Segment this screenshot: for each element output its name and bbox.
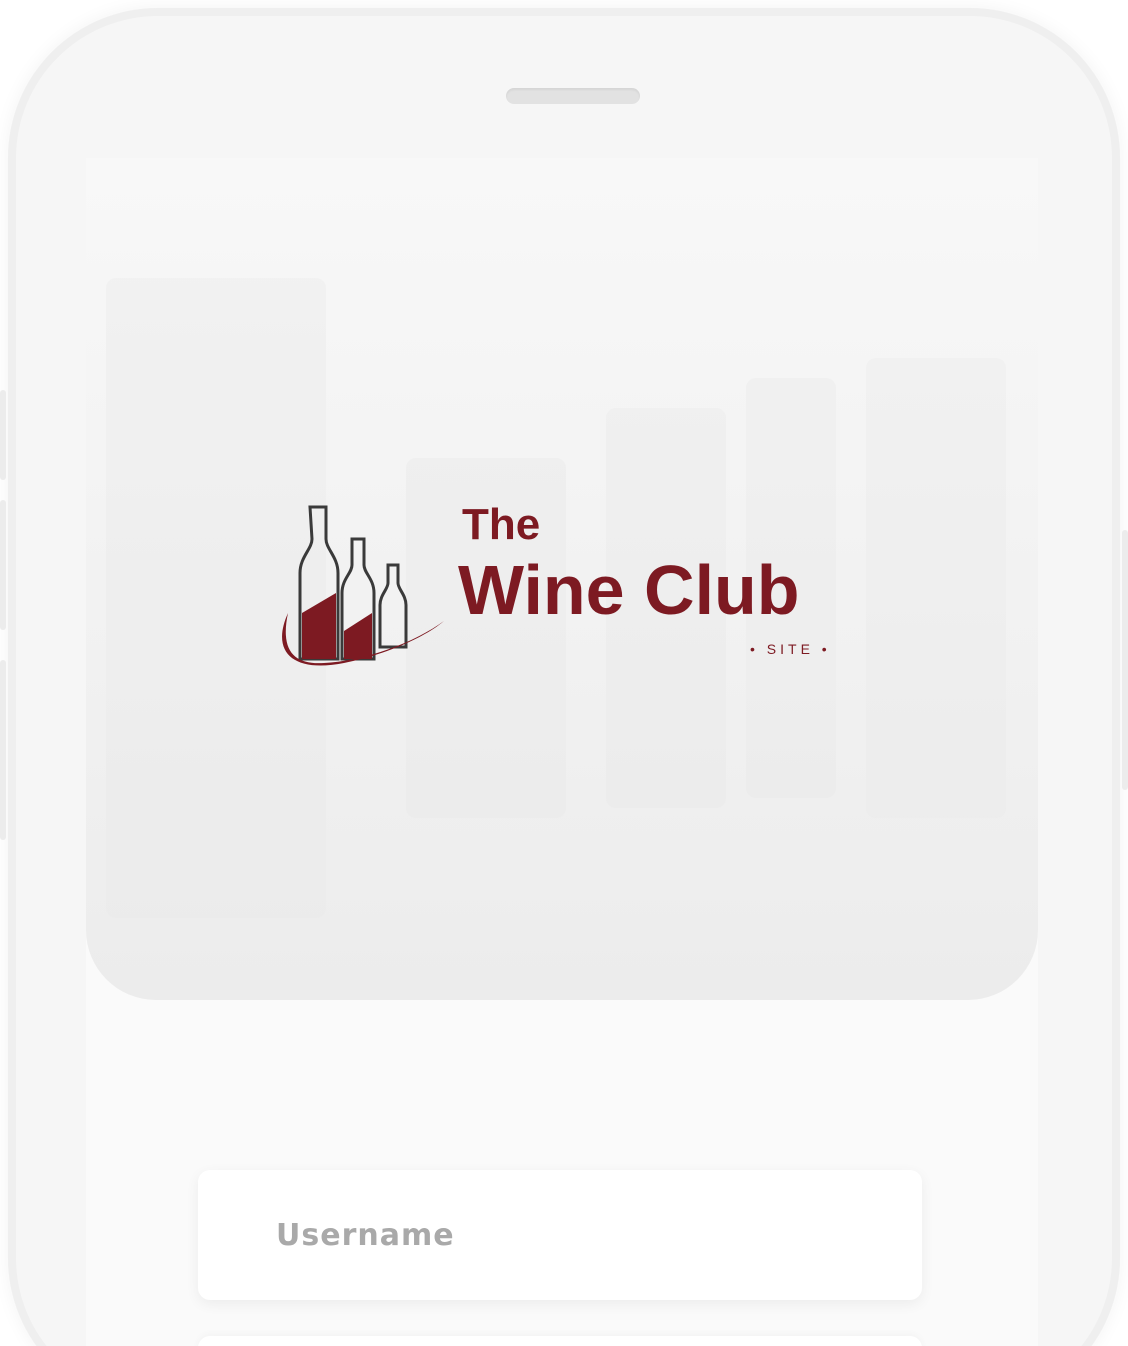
background-bottle-shape	[866, 358, 1006, 818]
logo-text-wine-club: Wine Club	[458, 551, 800, 629]
wine-bottles-logo-icon	[282, 505, 444, 666]
volume-down-button	[0, 500, 6, 630]
volume-up-button	[0, 390, 6, 480]
password-field-container	[198, 1336, 922, 1346]
device-mockup: The Wine Club • SITE •	[0, 0, 1128, 1346]
speaker-grille	[506, 88, 640, 104]
side-button	[0, 660, 6, 840]
username-field-container	[198, 1170, 922, 1300]
logo-text-the: The	[462, 500, 541, 549]
username-input[interactable]	[198, 1170, 922, 1300]
power-button	[1122, 530, 1128, 790]
app-screen: The Wine Club • SITE •	[86, 158, 1038, 1346]
hero-banner: The Wine Club • SITE •	[86, 158, 1038, 1000]
logo-text-site: • SITE •	[750, 641, 831, 657]
wine-club-logo: The Wine Club • SITE •	[274, 503, 874, 673]
